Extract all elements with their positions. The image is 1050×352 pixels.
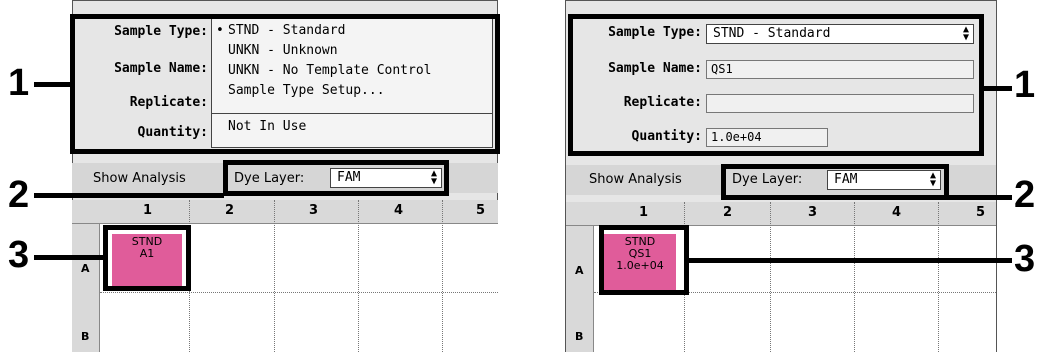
right-column-header: 1 2 3 4 5	[566, 202, 996, 226]
row-a: A	[575, 264, 584, 277]
callout-number-1-left: 1	[8, 62, 30, 104]
callout-number-2-right: 2	[1014, 174, 1036, 216]
gridline	[854, 202, 855, 352]
callout-number-2-left: 2	[8, 174, 30, 216]
left-row-header: A B	[72, 224, 100, 352]
col-3: 3	[808, 205, 818, 220]
callout-leader	[34, 82, 72, 87]
gridline	[100, 292, 498, 293]
col-5: 5	[976, 205, 986, 220]
col-2: 2	[723, 205, 733, 220]
callout-number-1-right: 1	[1014, 64, 1036, 106]
col-3: 3	[309, 203, 319, 218]
callout-box-2-left	[223, 160, 449, 196]
callout-leader	[34, 255, 104, 260]
col-5: 5	[476, 203, 486, 218]
row-b: B	[81, 330, 90, 343]
left-column-header: 1 2 3 4 5	[72, 200, 498, 224]
callout-number-3-right: 3	[1014, 238, 1036, 280]
callout-box-1-left	[70, 14, 500, 154]
col-1: 1	[639, 205, 649, 220]
gridline	[358, 200, 359, 352]
callout-box-3-left	[103, 225, 191, 291]
callout-leader	[948, 195, 1012, 200]
col-4: 4	[394, 203, 404, 218]
col-1: 1	[143, 203, 153, 218]
callout-box-3-right	[599, 225, 689, 295]
gridline	[770, 202, 771, 352]
callout-box-2-right	[721, 164, 949, 200]
show-analysis-button[interactable]: Show Analysis	[93, 171, 186, 186]
callout-number-3-left: 3	[8, 234, 30, 276]
col-4: 4	[892, 205, 902, 220]
right-row-header: A B	[566, 226, 594, 352]
callout-leader	[34, 193, 224, 198]
col-2: 2	[225, 203, 235, 218]
callout-leader	[689, 258, 1012, 263]
gridline	[274, 200, 275, 352]
row-a: A	[81, 262, 90, 275]
row-b: B	[575, 330, 584, 343]
gridline	[442, 200, 443, 352]
show-analysis-button[interactable]: Show Analysis	[589, 172, 682, 187]
callout-leader	[984, 86, 1012, 91]
callout-box-1-right	[568, 14, 984, 156]
gridline	[938, 202, 939, 352]
